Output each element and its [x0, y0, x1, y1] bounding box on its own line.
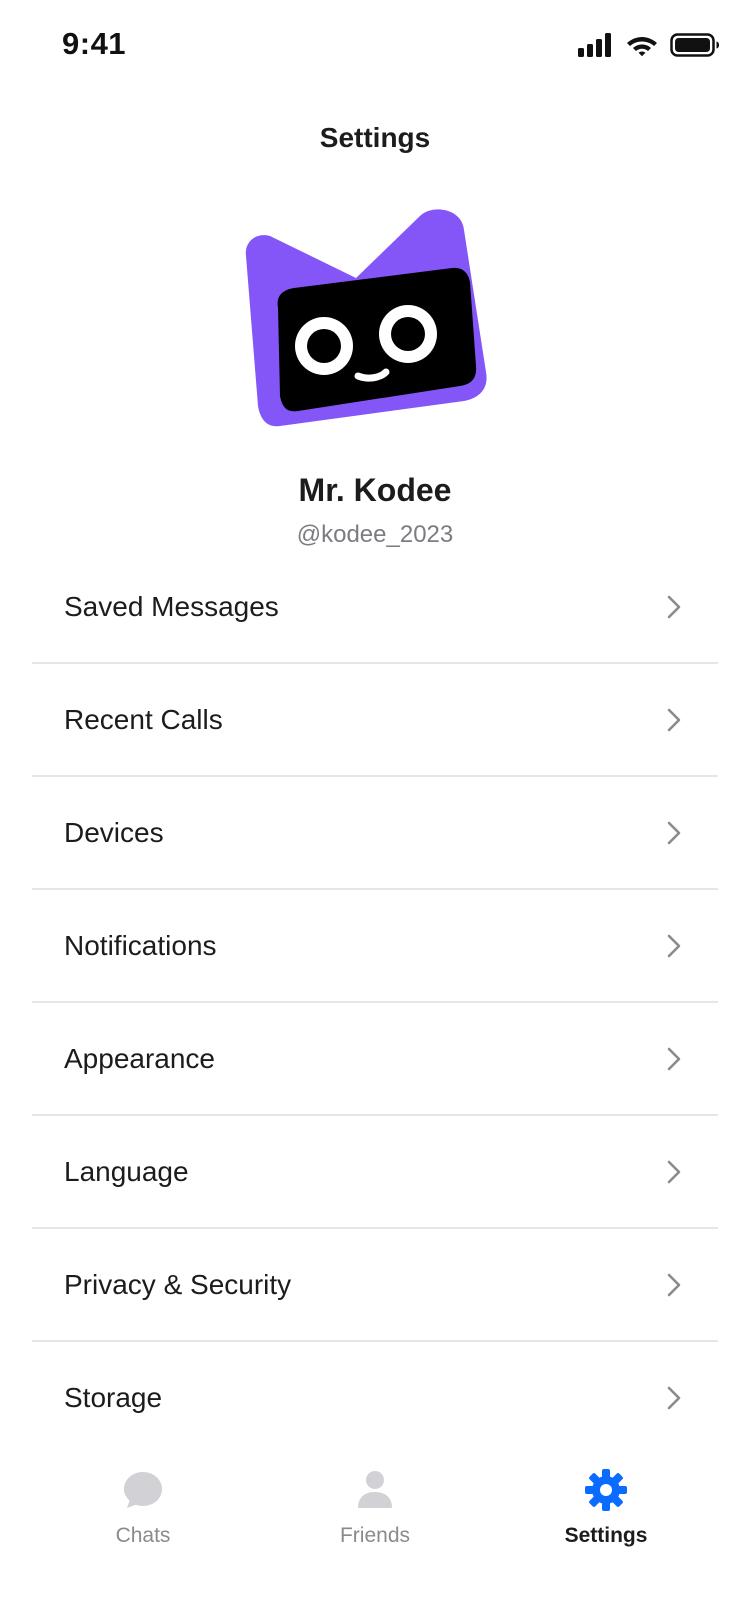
status-icons: [578, 30, 720, 60]
menu-item-label: Saved Messages: [64, 590, 279, 622]
menu-item-label: Devices: [64, 816, 164, 848]
menu-item-appearance[interactable]: Appearance: [32, 1003, 718, 1116]
person-icon: [358, 1471, 392, 1508]
menu-item-devices[interactable]: Devices: [32, 777, 718, 890]
chevron-right-icon: [667, 708, 681, 731]
tab-label: Friends: [339, 1524, 411, 1547]
menu-item-label: Storage: [64, 1381, 163, 1413]
tab-chats[interactable]: Chats: [43, 1468, 243, 1548]
profile-handle: @kodee_2023: [296, 521, 454, 548]
tab-settings[interactable]: Settings: [506, 1468, 706, 1548]
tab-friends[interactable]: Friends: [275, 1468, 475, 1548]
avatar[interactable]: [236, 206, 516, 446]
menu-item-label: Appearance: [64, 1042, 216, 1074]
cellular-signal-icon: [578, 33, 611, 57]
chat-bubble-icon: [124, 1472, 162, 1508]
settings-menu: Saved Messages Recent Calls Devices Noti…: [32, 551, 718, 1453]
chevron-right-icon: [667, 934, 681, 957]
kodee-mascot-icon: [245, 209, 487, 427]
menu-item-language[interactable]: Language: [32, 1116, 718, 1229]
menu-item-label: Language: [64, 1155, 189, 1187]
tab-bar: Chats Friends Settings: [0, 1440, 750, 1624]
gear-icon: [585, 1469, 627, 1511]
chevron-right-icon: [667, 1160, 681, 1183]
menu-item-saved-messages[interactable]: Saved Messages: [32, 551, 718, 664]
menu-item-label: Notifications: [64, 929, 217, 961]
page-title: Settings: [319, 122, 431, 153]
menu-item-label: Recent Calls: [64, 703, 223, 735]
menu-item-notifications[interactable]: Notifications: [32, 890, 718, 1003]
status-time: 9:41: [62, 26, 127, 61]
menu-item-label: Privacy & Security: [64, 1268, 292, 1300]
chevron-right-icon: [667, 1047, 681, 1070]
wifi-icon: [627, 37, 657, 57]
menu-item-recent-calls[interactable]: Recent Calls: [32, 664, 718, 777]
menu-item-privacy-security[interactable]: Privacy & Security: [32, 1229, 718, 1342]
tab-label: Settings: [564, 1524, 648, 1547]
chevron-right-icon: [667, 1386, 681, 1409]
menu-item-storage[interactable]: Storage: [32, 1342, 718, 1453]
chevron-right-icon: [667, 821, 681, 844]
tab-label: Chats: [115, 1524, 171, 1547]
battery-icon: [670, 33, 719, 57]
chevron-right-icon: [667, 595, 681, 618]
profile-name: Mr. Kodee: [298, 472, 452, 508]
status-bar: 9:41: [0, 0, 750, 90]
chevron-right-icon: [667, 1273, 681, 1296]
